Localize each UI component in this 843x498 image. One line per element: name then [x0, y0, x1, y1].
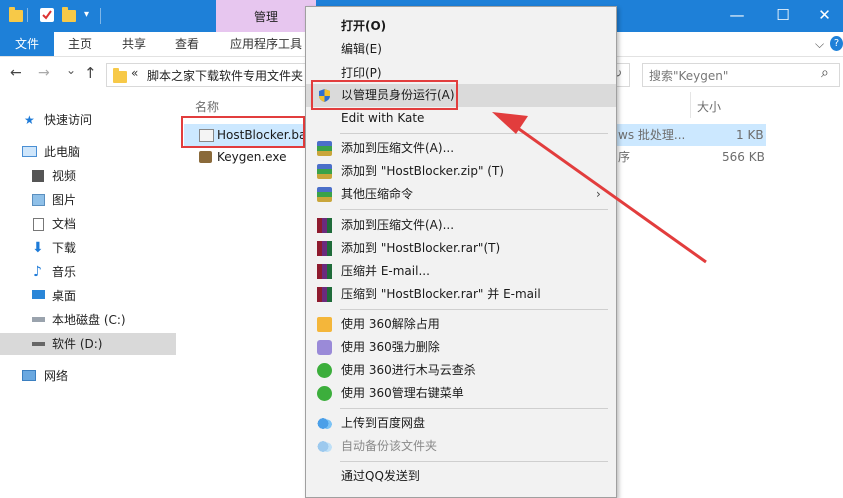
arrow-shaft: [511, 122, 707, 264]
annotation-arrow: [492, 112, 707, 264]
